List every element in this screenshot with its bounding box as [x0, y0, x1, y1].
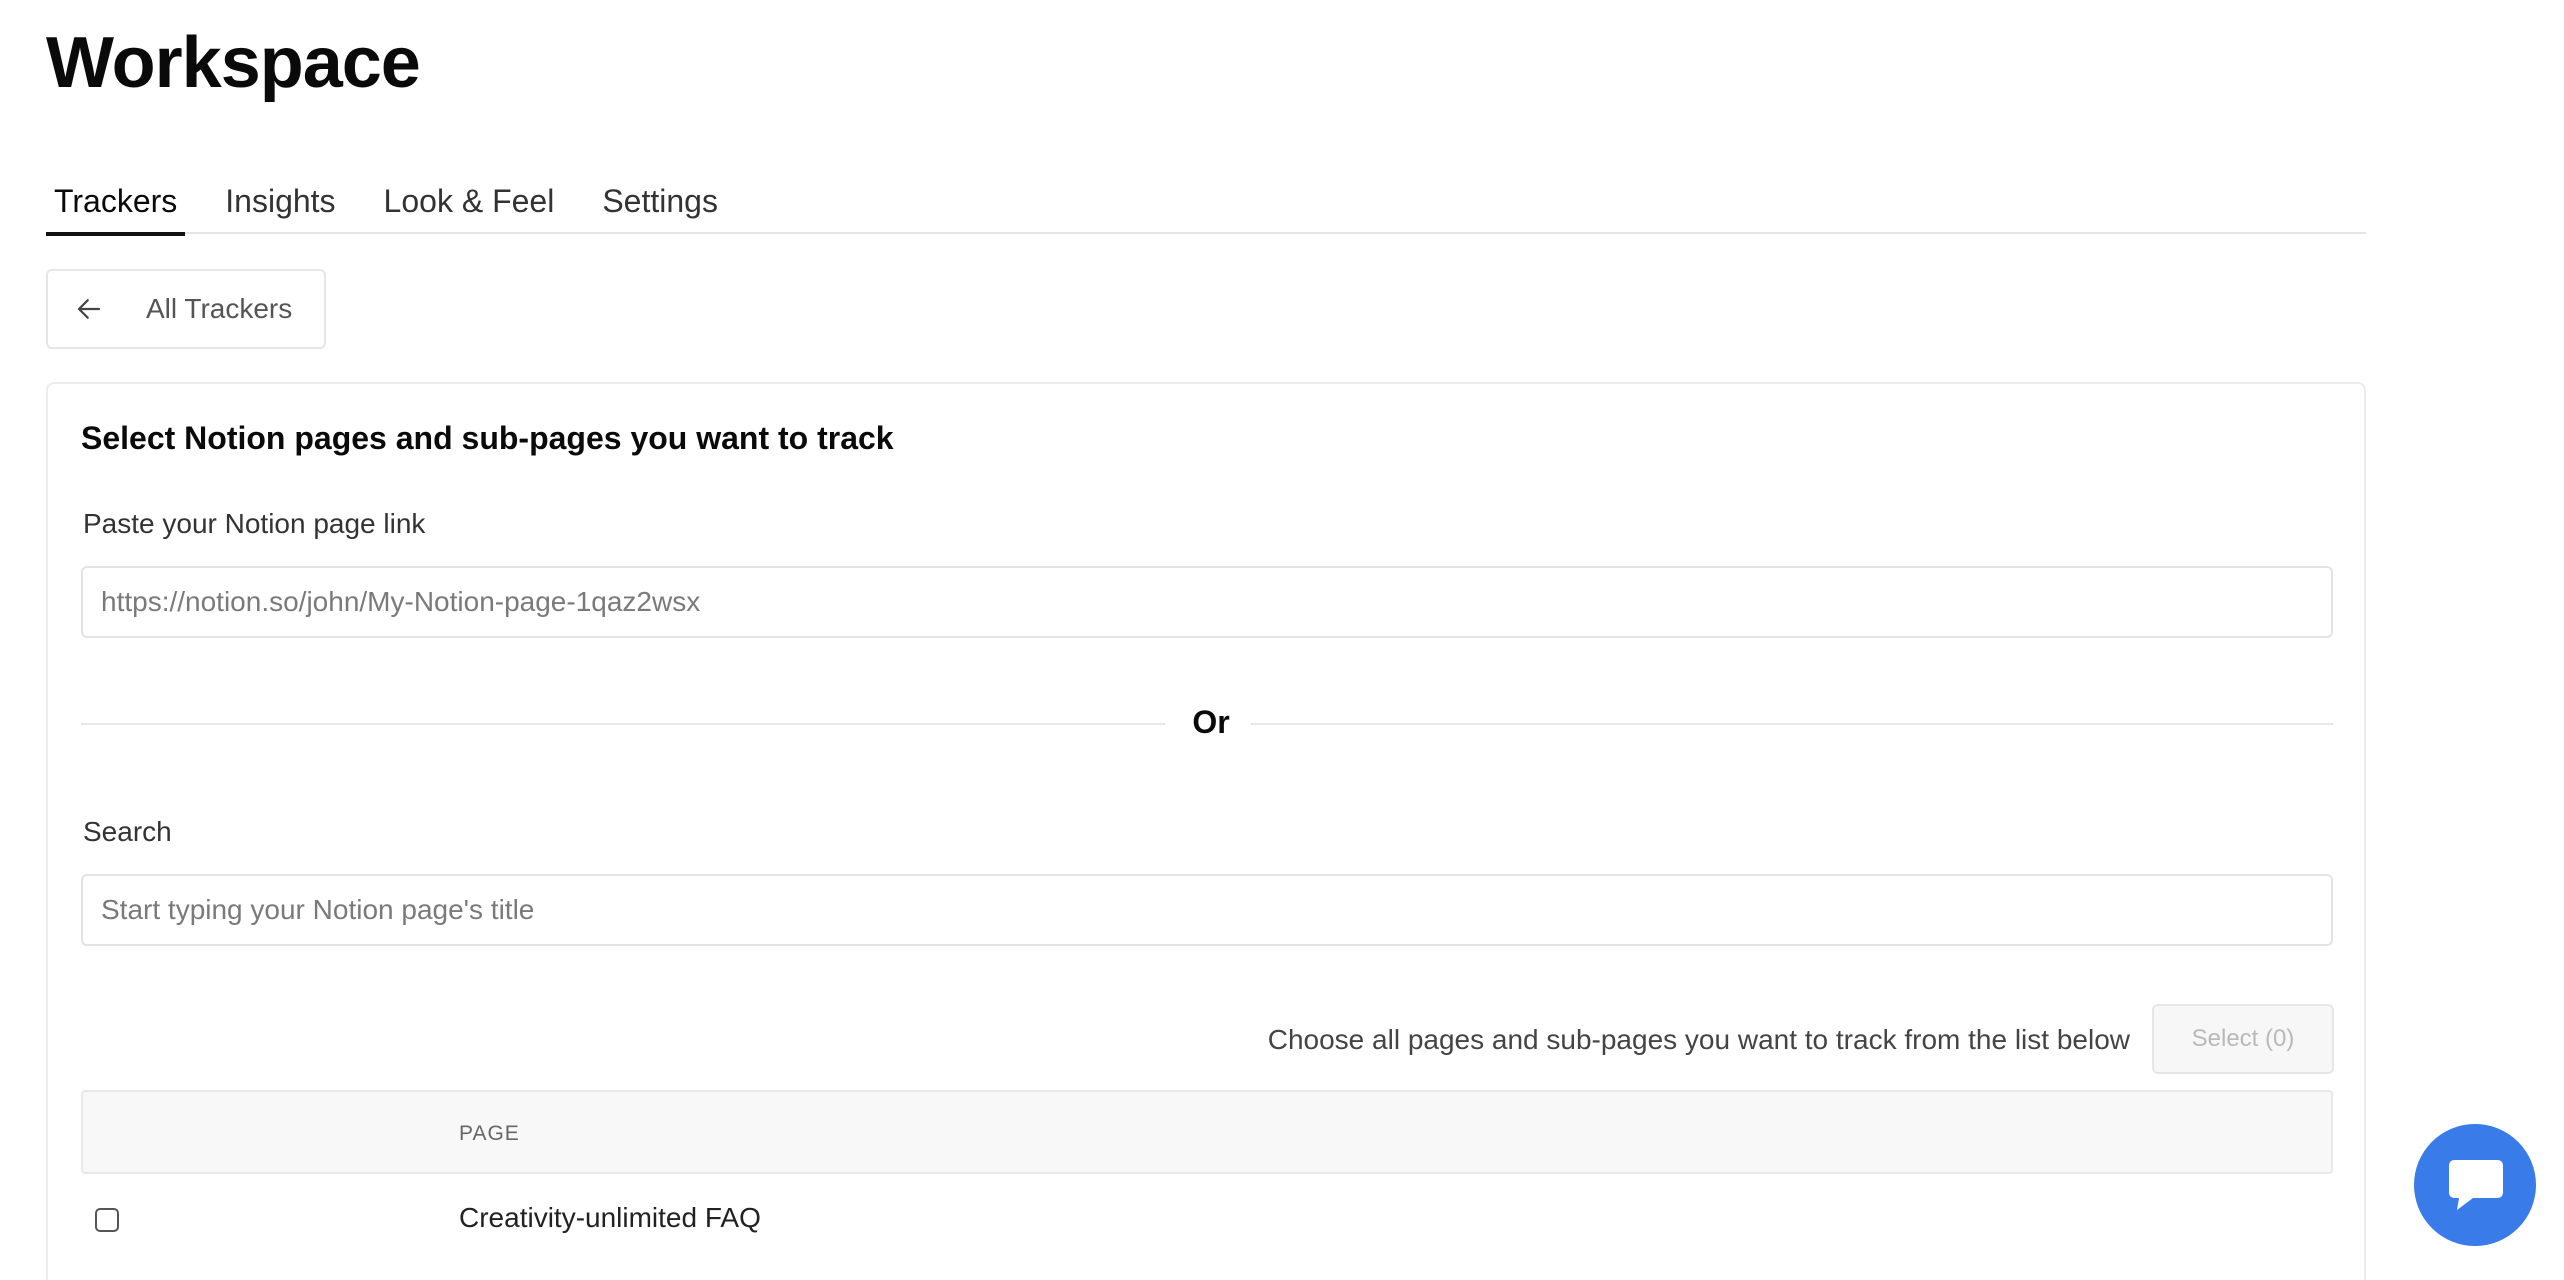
chat-widget-button[interactable]: [2414, 1124, 2536, 1246]
tab-look-and-feel[interactable]: Look & Feel: [376, 178, 563, 234]
row-checkbox[interactable]: [95, 1208, 119, 1232]
arrow-left-icon: [77, 299, 101, 319]
divider-line-left: [81, 723, 1165, 725]
search-label: Search: [83, 816, 172, 847]
tab-trackers[interactable]: Trackers: [46, 178, 186, 236]
all-trackers-button[interactable]: All Trackers: [46, 269, 326, 349]
select-button[interactable]: Select (0): [2152, 1004, 2334, 1074]
chat-bubble-icon: [2449, 1160, 2503, 1210]
choose-pages-hint: Choose all pages and sub-pages you want …: [1267, 1024, 2130, 1055]
pages-table-header: PAGE: [81, 1090, 2333, 1174]
all-trackers-label: All Trackers: [146, 293, 293, 324]
column-header-page: PAGE: [459, 1122, 520, 1145]
tracker-setup-card: Select Notion pages and sub-pages you wa…: [46, 382, 2366, 1280]
or-divider: Or: [81, 704, 2333, 744]
notion-link-input[interactable]: [81, 566, 2333, 638]
card-title: Select Notion pages and sub-pages you wa…: [81, 420, 894, 456]
tab-insights[interactable]: Insights: [217, 178, 343, 234]
page-title: Workspace: [46, 23, 421, 103]
search-input[interactable]: [81, 874, 2333, 946]
divider-line-right: [1251, 723, 2333, 725]
workspace-page: Workspace Trackers Insights Look & Feel …: [0, 0, 2564, 1280]
table-row: Creativity-unlimited FAQ: [81, 1174, 2333, 1266]
tab-settings[interactable]: Settings: [594, 178, 726, 234]
or-label: Or: [1192, 704, 1230, 740]
notion-link-label: Paste your Notion page link: [83, 508, 426, 539]
tab-bar: Trackers Insights Look & Feel Settings: [46, 178, 2366, 236]
row-page-title: Creativity-unlimited FAQ: [459, 1202, 761, 1233]
